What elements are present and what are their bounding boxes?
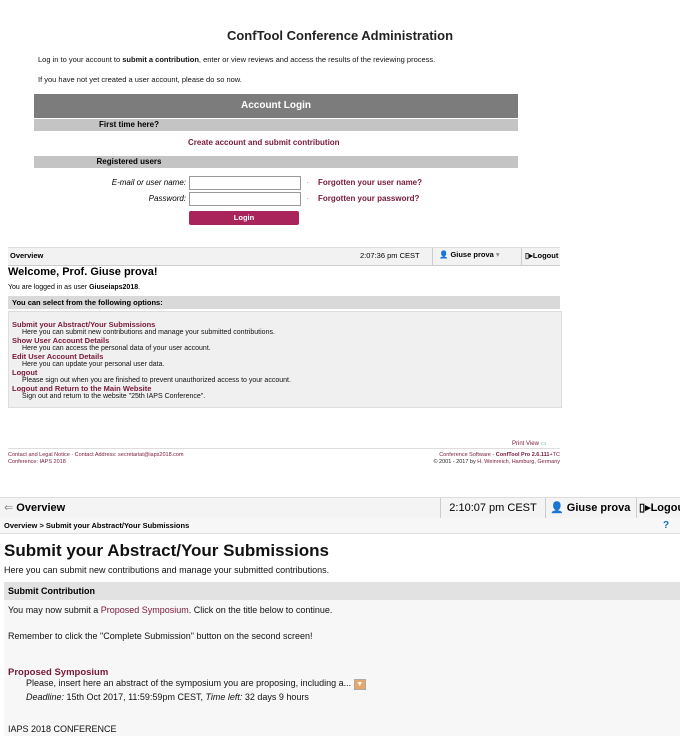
- email-field[interactable]: [189, 176, 301, 190]
- submit-contribution-header: Submit Contribution: [4, 582, 680, 600]
- deadline-text: Deadline: 15th Oct 2017, 11:59:59pm CEST…: [26, 692, 309, 702]
- options-header: You can select from the following option…: [8, 296, 560, 309]
- login-intro-account: If you have not yet created a user accou…: [38, 75, 242, 84]
- breadcrumb[interactable]: Overview > Submit your Abstract/Your Sub…: [0, 518, 680, 534]
- overview-back-link[interactable]: ⇐ Overview: [0, 498, 440, 518]
- proposed-symposium-link[interactable]: Proposed Symposium: [8, 667, 108, 678]
- option-logout-return-desc: Sign out and return to the website "25th…: [22, 393, 206, 400]
- login-button[interactable]: Login: [189, 211, 299, 225]
- printer-icon: ▭: [540, 441, 547, 447]
- forgot-username-link[interactable]: Forgotten your user name?: [318, 178, 422, 187]
- user-menu[interactable]: 👤 Giuse prova ▾: [439, 250, 500, 259]
- clock: 2:07:36 pm CEST: [360, 251, 420, 260]
- user-menu[interactable]: 👤 Giuse prova ▾: [545, 498, 636, 534]
- option-logout-desc: Please sign out when you are finished to…: [22, 377, 291, 384]
- account-login-header: Account Login: [34, 94, 518, 118]
- help-icon[interactable]: ?: [663, 518, 669, 533]
- page-intro: Here you can submit new contributions an…: [4, 565, 330, 575]
- user-name: Giuse prova: [450, 250, 494, 259]
- logout-link[interactable]: ▯▸Logout: [636, 498, 680, 518]
- logged-in-as: You are logged in as user Giuseiaps2018.: [8, 284, 141, 291]
- submit-reminder: Remember to click the "Complete Submissi…: [8, 631, 313, 641]
- submit-contribution-body: You may now submit a Proposed Symposium.…: [4, 600, 680, 736]
- first-time-header: First time here?: [34, 119, 518, 131]
- footer-copyright: © 2001 - 2017 by H. Weinreich, Hamburg, …: [433, 459, 560, 465]
- account-login-box: Account Login First time here? Create ac…: [34, 94, 518, 168]
- footer-conference: Conference: IAPS 2018: [8, 459, 66, 465]
- logout-icon: ▯▸: [525, 251, 533, 260]
- bullet: ·: [306, 178, 309, 187]
- clock: 2:10:07 pm CEST: [440, 498, 545, 518]
- logout-link[interactable]: ▯▸Logout: [525, 251, 558, 260]
- registered-users-header: Registered users: [34, 156, 518, 168]
- option-submit-link[interactable]: Submit your Abstract/Your Submissions: [12, 320, 291, 329]
- footer-contact[interactable]: Contact and Legal Notice · Contact Addre…: [8, 452, 184, 458]
- password-field[interactable]: [189, 192, 301, 206]
- login-page-title: ConfTool Conference Administration: [226, 28, 454, 43]
- option-submit-desc: Here you can submit new contributions an…: [22, 329, 275, 336]
- overview-nav-bar: Overview 2:07:36 pm CEST 👤 Giuse prova ▾…: [8, 247, 560, 266]
- option-edit-account-link[interactable]: Edit User Account Details: [12, 352, 291, 361]
- print-view-link[interactable]: Print View ▭: [512, 440, 546, 447]
- user-icon: 👤: [550, 502, 564, 514]
- conference-footer-label: IAPS 2018 CONFERENCE: [8, 724, 117, 734]
- overview-nav-label[interactable]: Overview: [10, 251, 43, 260]
- option-show-account-link[interactable]: Show User Account Details: [12, 336, 291, 345]
- password-label: Password:: [148, 194, 186, 203]
- symposium-description: Please, insert here an abstract of the s…: [26, 678, 366, 690]
- submit-instruction: You may now submit a Proposed Symposium.…: [8, 605, 333, 615]
- forgot-password-link[interactable]: Forgotten your password?: [318, 194, 419, 203]
- options-list: Submit your Abstract/Your Submissions He…: [8, 311, 562, 408]
- login-intro: Log in to your account to submit a contr…: [38, 55, 436, 64]
- email-label: E-mail or user name:: [111, 178, 186, 187]
- option-show-account-desc: Here you can access the personal data of…: [22, 345, 211, 352]
- chevron-down-icon: ▾: [495, 250, 500, 259]
- page-title: Submit your Abstract/Your Submissions: [4, 541, 329, 560]
- welcome-heading: Welcome, Prof. Giuse prova!: [8, 266, 158, 278]
- footer-software[interactable]: Conference Software - ConfTool Pro 2.6.1…: [400, 452, 560, 458]
- option-edit-account-desc: Here you can update your personal user d…: [22, 361, 165, 368]
- user-icon: 👤: [439, 250, 449, 259]
- bullet: ·: [306, 194, 309, 203]
- proposed-symposium-inline-link[interactable]: Proposed Symposium: [101, 605, 189, 615]
- create-account-link[interactable]: Create account and submit contribution: [188, 138, 340, 147]
- option-logout-link[interactable]: Logout: [12, 368, 291, 377]
- user-name: Giuse prova: [566, 502, 631, 514]
- logout-icon: ▯▸: [639, 502, 651, 514]
- submit-nav-bar: ⇐ Overview 2:10:07 pm CEST 👤 Giuse prova…: [0, 497, 680, 534]
- option-logout-return-link[interactable]: Logout and Return to the Main Website: [12, 384, 291, 393]
- arrow-left-icon: ⇐: [4, 502, 14, 514]
- expand-icon[interactable]: ▼: [353, 679, 366, 690]
